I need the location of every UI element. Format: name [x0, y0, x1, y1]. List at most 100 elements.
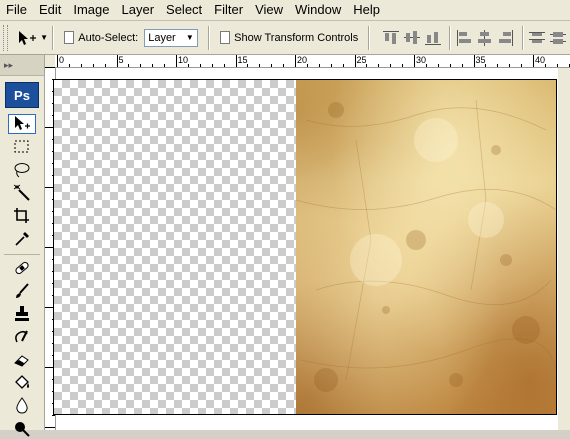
toolbox-header[interactable]: ▸▸ — [0, 55, 44, 76]
bandage-icon — [15, 261, 29, 275]
healing-brush-tool[interactable] — [8, 258, 36, 278]
ruler-minor-tick — [449, 64, 451, 67]
menu-image[interactable]: Image — [67, 0, 115, 20]
lasso-tool[interactable] — [8, 160, 36, 180]
ruler-v-tick — [45, 67, 55, 68]
eyedropper-tool[interactable] — [8, 229, 36, 249]
auto-select-checkbox[interactable] — [63, 31, 75, 44]
blur-tool[interactable] — [8, 396, 36, 416]
align-hcenter-icon[interactable] — [476, 29, 494, 47]
distribute-vcenter-icon[interactable] — [549, 29, 567, 47]
ruler-minor-tick — [366, 64, 368, 67]
ruler-minor-tick — [330, 64, 332, 67]
ruler-minor-tick — [68, 64, 70, 67]
ruler-minor-tick — [342, 64, 344, 67]
ruler-label: 40 — [535, 55, 546, 65]
ruler-minor-tick — [556, 64, 558, 67]
align-left-icon[interactable] — [455, 29, 473, 47]
separator — [449, 25, 451, 50]
auto-select-label: Auto-Select: — [78, 31, 139, 44]
collapse-arrows-icon[interactable]: ▸▸ — [4, 60, 13, 71]
ruler-minor-tick — [140, 64, 142, 67]
marquee-icon — [14, 140, 29, 153]
ruler-minor-tick — [509, 64, 511, 67]
lasso-icon — [14, 163, 30, 178]
align-bottom-icon[interactable] — [424, 29, 442, 47]
ruler-minor-tick — [92, 64, 94, 67]
ruler-minor-tick — [521, 64, 523, 67]
align-vcenter-icon[interactable] — [403, 29, 421, 47]
menu-layer[interactable]: Layer — [116, 0, 161, 20]
tool-preset-picker[interactable]: ▼ — [16, 29, 48, 47]
paint-bucket-tool[interactable] — [8, 373, 36, 393]
menu-select[interactable]: Select — [160, 0, 208, 20]
ruler-minor-tick — [152, 64, 154, 67]
eyedropper-icon — [15, 232, 29, 246]
ruler-minor-tick — [247, 64, 249, 67]
dodge-tool[interactable] — [8, 419, 36, 439]
ruler-v-tick — [52, 415, 55, 416]
ruler-minor-tick — [187, 64, 189, 67]
move-icon — [15, 116, 30, 130]
menu-window[interactable]: Window — [289, 0, 347, 20]
magic-wand-tool[interactable] — [8, 183, 36, 203]
tool-separator — [4, 254, 40, 255]
ruler-minor-tick — [199, 64, 201, 67]
paint-bucket-icon — [15, 375, 29, 389]
ruler-v-tick — [45, 427, 55, 428]
menu-help[interactable]: Help — [347, 0, 386, 20]
ruler-minor-tick — [318, 64, 320, 67]
auto-select-value: Layer — [148, 31, 176, 44]
ruler-label: 35 — [475, 55, 486, 65]
menu-filter[interactable]: Filter — [208, 0, 249, 20]
water-drop-icon — [16, 397, 28, 414]
ruler-minor-tick — [390, 64, 392, 67]
ruler-minor-tick — [128, 64, 130, 67]
parchment-texture-image — [296, 80, 556, 414]
ruler-minor-tick — [497, 64, 499, 67]
auto-select-dropdown[interactable]: Layer ▼ — [144, 28, 198, 47]
distribute-top-icon[interactable] — [528, 29, 546, 47]
ruler-minor-tick — [461, 64, 463, 67]
eraser-tool[interactable] — [8, 350, 36, 370]
magic-wand-icon — [13, 184, 30, 201]
ruler-minor-tick — [283, 64, 285, 67]
clone-stamp-tool[interactable] — [8, 304, 36, 324]
options-grip[interactable] — [3, 24, 9, 51]
dodge-icon — [15, 422, 30, 437]
ruler-minor-tick — [425, 64, 427, 67]
ruler-minor-tick — [306, 64, 308, 67]
chevron-down-icon: ▼ — [40, 33, 49, 42]
crop-tool[interactable] — [8, 206, 36, 226]
eraser-icon — [14, 355, 29, 367]
ruler-label: 5 — [118, 55, 124, 65]
show-transform-label: Show Transform Controls — [234, 31, 359, 44]
stamp-icon — [15, 306, 29, 321]
history-brush-tool[interactable] — [8, 327, 36, 347]
ruler-minor-tick — [544, 64, 546, 67]
document-canvas[interactable] — [53, 79, 557, 415]
align-right-icon[interactable] — [497, 29, 515, 47]
menu-bar: File Edit Image Layer Select Filter View… — [0, 0, 570, 21]
move-tool[interactable] — [8, 114, 36, 134]
ruler-minor-tick — [485, 64, 487, 67]
ruler-minor-tick — [271, 64, 273, 67]
menu-file[interactable]: File — [0, 0, 33, 20]
ruler-minor-tick — [164, 64, 166, 67]
photoshop-logo[interactable]: Ps — [5, 82, 39, 108]
move-icon — [19, 30, 37, 45]
menu-view[interactable]: View — [249, 0, 289, 20]
separator — [52, 25, 54, 50]
marquee-tool[interactable] — [8, 137, 36, 157]
ruler-label: 10 — [178, 55, 189, 65]
ruler-label: 0 — [59, 55, 65, 65]
align-top-icon[interactable] — [382, 29, 400, 47]
brush-tool[interactable] — [8, 281, 36, 301]
align-buttons — [382, 25, 570, 50]
menu-edit[interactable]: Edit — [33, 0, 67, 20]
show-transform-checkbox[interactable] — [219, 31, 231, 44]
separator — [368, 25, 370, 50]
ruler-label: 30 — [416, 55, 427, 65]
horizontal-ruler[interactable]: 0 5 10 15 20 25 30 35 40 — [55, 55, 570, 68]
separator — [522, 25, 524, 50]
